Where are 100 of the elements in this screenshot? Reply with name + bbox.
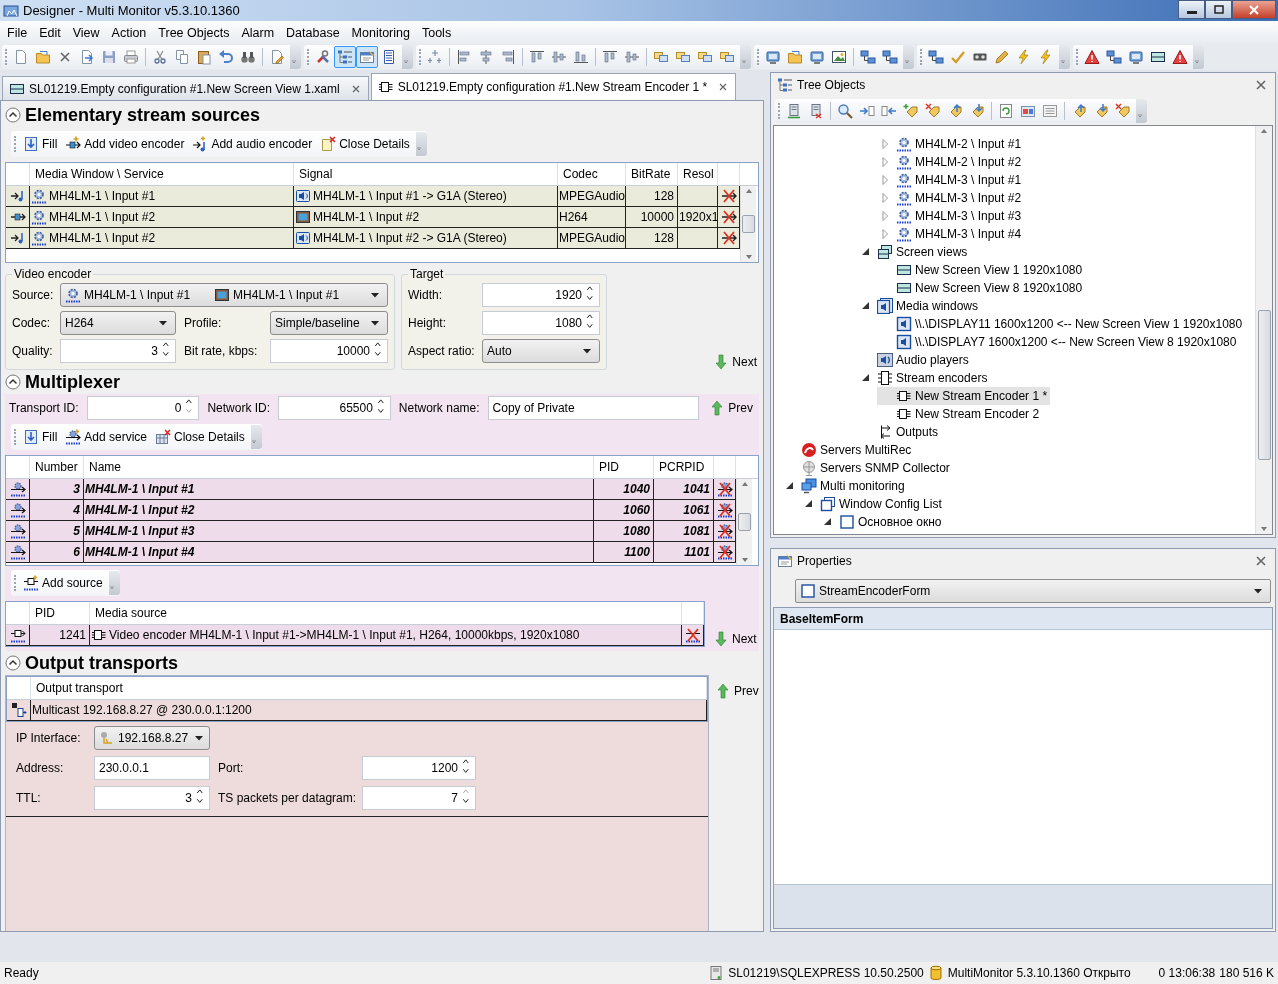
group-title: Target [409, 267, 445, 281]
next-button[interactable]: Next [711, 354, 759, 370]
table-cell: 3 [73, 482, 80, 496]
table-cell: 1060 [623, 503, 650, 517]
menu-item[interactable]: Database [280, 25, 346, 40]
network-id-field[interactable]: 65500 [278, 396, 391, 420]
table-row[interactable]: 3 MH4LM-1 \ Input #1 1040 1041 [6, 479, 736, 500]
menu-item[interactable]: View [66, 25, 106, 40]
form-dropdown[interactable]: StreamEncoderForm [795, 579, 1271, 603]
tree-item[interactable]: Media windows [858, 297, 982, 315]
menu-item[interactable]: Action [105, 25, 153, 40]
tree-item[interactable]: Multi monitoring [782, 477, 908, 495]
port-field[interactable]: 1200 [362, 756, 476, 780]
field-label: Bit rate, kbps: [184, 344, 259, 358]
aspect-ratio-dropdown[interactable]: Auto [482, 339, 600, 363]
column-header[interactable]: Signal [299, 167, 333, 181]
tree-item[interactable]: Servers SNMP Collector [782, 459, 953, 477]
tree-item[interactable]: \\.\DISPLAY7 1600x1200 <-- New Screen View 8 1920x1080 [877, 333, 1240, 351]
table-cell: 128 [653, 231, 674, 245]
table-row[interactable]: 4 MH4LM-1 \ Input #2 1060 1061 [6, 500, 736, 521]
table-cell: MH4LM-1 \ Input #2 [85, 503, 195, 517]
tree-item[interactable]: New Screen View 1 1920x1080 [877, 261, 1086, 279]
tree-item[interactable]: \\.\DISPLAY11 1600x1200 <-- New Screen View 1 1920x1080 [877, 315, 1246, 333]
menu-item[interactable]: Tree Objects [152, 25, 236, 40]
table-row[interactable]: 6 MH4LM-1 \ Input #4 1100 1101 [6, 542, 736, 563]
toolbar-button[interactable]: Close Details [151, 426, 249, 448]
height-field[interactable]: 1080 [482, 311, 600, 335]
menu-item[interactable]: Alarm [235, 25, 281, 40]
document-tab[interactable]: SL01219.Empty configuration #1.New Stream Encoder 1 * [370, 73, 737, 100]
document-tab[interactable]: SL01219.Empty configuration #1.New Screen View 1.xaml [2, 76, 369, 100]
table-row[interactable]: MH4LM-1 \ Input #1 MH4LM-1 \ Input #1 -> G1A (Stereo) MPEGAudio 128 [6, 186, 740, 207]
tree-item[interactable]: Servers MultiRec [782, 441, 915, 459]
column-header[interactable]: Output transport [36, 681, 123, 695]
address-field[interactable]: 230.0.0.1 [94, 756, 210, 780]
table-cell: MH4LM-1 \ Input #2 [49, 210, 156, 224]
tree-item[interactable]: New Stream Encoder 1 * [877, 387, 1051, 405]
table-row[interactable]: Multicast 192.168.8.27 @ 230.0.0.1:1200 [7, 700, 707, 721]
tree-item[interactable]: Outputs [858, 423, 942, 441]
table-row[interactable]: 5 MH4LM-1 \ Input #3 1080 1081 [6, 521, 736, 542]
tree-item[interactable]: MH4LM-3 \ Input #3 [877, 207, 1025, 225]
column-header[interactable]: Name [89, 460, 121, 474]
table-row[interactable]: MH4LM-1 \ Input #2 MH4LM-1 \ Input #2 H264 10000 1920x1 [6, 207, 740, 228]
field-label: Height: [408, 316, 448, 330]
next-button[interactable]: Next [711, 631, 759, 647]
source-dropdown[interactable]: MH4LM-1 \ Input #1 MH4LM-1 \ Input #1 [60, 283, 388, 307]
status-text: SL01219\SQLEXPRESS 10.50.2500 [728, 966, 924, 980]
table-cell: 1920x1 [679, 210, 717, 224]
tree-item[interactable]: Основное окно [820, 513, 945, 531]
column-header[interactable]: PID [599, 460, 619, 474]
tree-item[interactable]: New Stream Encoder 2 [877, 405, 1043, 423]
toolbar-button[interactable]: Fill [19, 133, 62, 155]
table-cell: MH4LM-1 \ Input #4 [85, 545, 195, 559]
status-text: MultiMonitor 5.3.10.1360 Открыто [947, 966, 1131, 980]
tree-item[interactable]: MH4LM-2 \ Input #1 [877, 135, 1025, 153]
column-header[interactable]: Media Window \ Service [35, 167, 164, 181]
toolbar-button[interactable]: Fill [19, 426, 62, 448]
tree-item[interactable]: MH4LM-3 \ Input #2 [877, 189, 1025, 207]
field-label: Transport ID: [9, 401, 79, 415]
ts-packets-field[interactable]: 7 [362, 786, 476, 810]
column-header[interactable]: Resol [683, 167, 714, 181]
column-header[interactable]: Codec [563, 167, 598, 181]
quality-field[interactable]: 3 [60, 339, 176, 363]
tree-item[interactable]: Audio players [858, 351, 972, 369]
transport-id-field[interactable]: 0 [86, 396, 200, 420]
previous-button[interactable]: Prev [713, 683, 761, 699]
previous-button[interactable]: Prev [707, 400, 755, 416]
column-header[interactable]: BitRate [631, 167, 671, 181]
tree-item[interactable]: Screen views [858, 243, 971, 261]
table-cell: 1061 [683, 503, 710, 517]
table-cell: Multicast 192.168.8.27 @ 230.0.0.1:1200 [32, 703, 252, 717]
codec-dropdown[interactable]: H264 [60, 311, 176, 335]
tree-item[interactable]: Stream encoders [858, 369, 991, 387]
width-field[interactable]: 1920 [482, 283, 600, 307]
table-cell: 1080 [623, 524, 650, 538]
column-header[interactable]: PID [35, 606, 55, 620]
toolbar-button[interactable]: Add video encoder [61, 133, 189, 155]
tree-item[interactable]: MH4LM-3 \ Input #1 [877, 171, 1025, 189]
toolbar-button[interactable]: Add service [61, 426, 152, 448]
tree-item[interactable]: Window Config List [801, 495, 945, 513]
toolbar-button[interactable]: Add audio encoder [188, 133, 317, 155]
table-cell: 6 [73, 545, 80, 559]
column-header[interactable]: Media source [95, 606, 168, 620]
ip-interface-dropdown[interactable]: 192.168.8.27 [94, 726, 210, 750]
column-header[interactable]: Number [35, 460, 78, 474]
bitrate-field[interactable]: 10000 [270, 339, 388, 363]
menu-item[interactable]: File [1, 25, 34, 40]
table-row[interactable]: 1241 Video encoder MH4LM-1 \ Input #1->MH4LM-1 \ Input #1, H264, 10000kbps, 1920x1080 [6, 625, 704, 646]
profile-dropdown[interactable]: Simple/baseline [270, 311, 388, 335]
column-header[interactable]: PCRPID [659, 460, 705, 474]
field-label: TTL: [16, 791, 42, 805]
tree-item[interactable]: MH4LM-2 \ Input #2 [877, 153, 1025, 171]
ttl-field[interactable]: 3 [94, 786, 210, 810]
network-name-field[interactable]: Copy of Private [487, 396, 700, 420]
table-row[interactable]: MH4LM-1 \ Input #2 MH4LM-1 \ Input #2 -> G1A (Stereo) MPEGAudio 128 [6, 228, 740, 249]
menu-item[interactable]: Edit [33, 25, 67, 40]
toolbar-button[interactable]: Close Details [316, 133, 414, 155]
tree-item[interactable]: New Screen View 8 1920x1080 [877, 279, 1086, 297]
menu-item[interactable]: Monitoring [345, 25, 416, 40]
menu-item[interactable]: Tools [415, 25, 458, 40]
tree-item[interactable]: MH4LM-3 \ Input #4 [877, 225, 1025, 243]
